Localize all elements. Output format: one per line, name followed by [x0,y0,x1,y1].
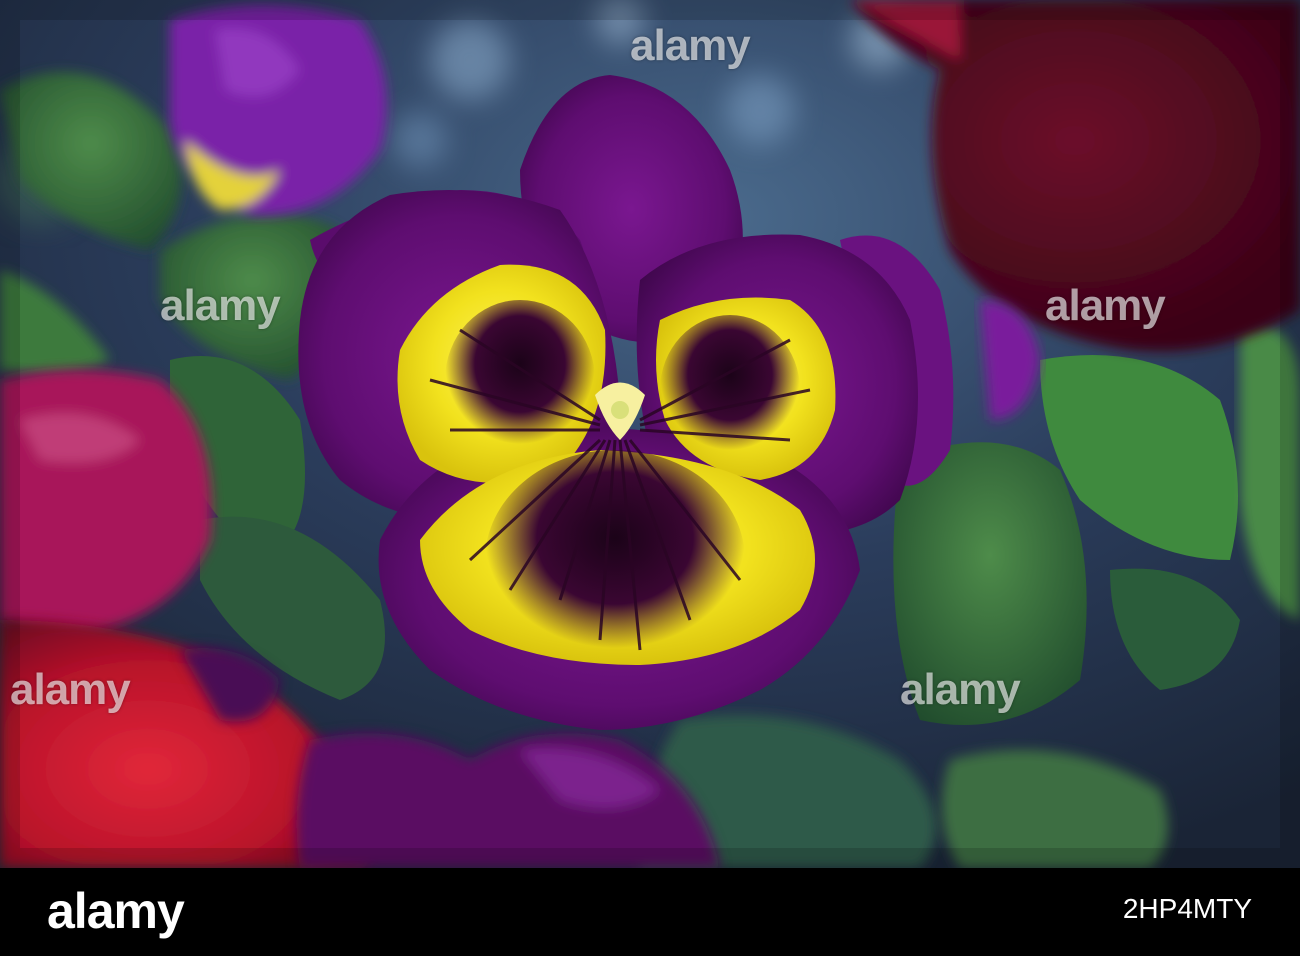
footer-bar: alamy 2HP4MTY [0,868,1300,956]
watermark-text: alamy [900,665,1021,714]
pansy-illustration [0,0,1300,868]
watermark-text: alamy [10,665,131,714]
pansy-photo: alamy alamy alamy alamy alamy [0,0,1300,868]
watermark-text: alamy [630,21,751,70]
image-id-label: 2HP4MTY [1122,893,1252,924]
alamy-logo: alamy [47,883,185,939]
stock-photo-frame: alamy alamy alamy alamy alamy alamy 2HP4… [0,0,1300,956]
watermark-text: alamy [1045,281,1166,330]
watermark-text: alamy [160,281,281,330]
